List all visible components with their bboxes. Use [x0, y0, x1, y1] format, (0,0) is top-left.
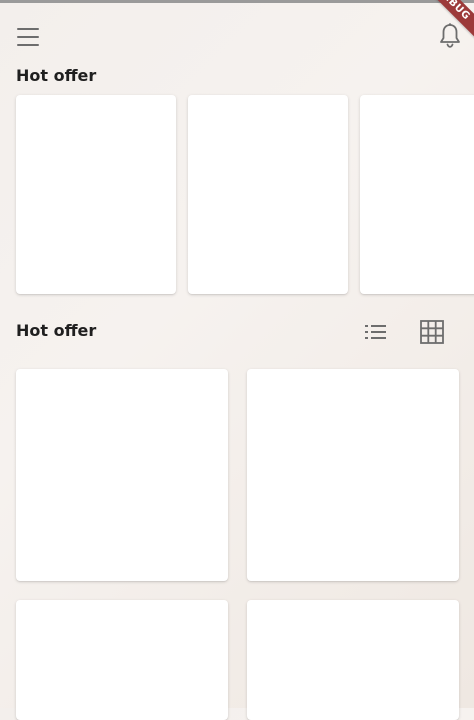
grid-offer-card[interactable] [16, 600, 228, 720]
hamburger-menu-icon-line [17, 36, 39, 38]
offer-card[interactable] [188, 95, 348, 294]
grid-view-icon [420, 320, 444, 344]
status-bar-line [0, 0, 474, 3]
grid-offer-card[interactable] [247, 369, 459, 581]
offer-card[interactable] [360, 95, 474, 294]
list-view-button[interactable] [363, 320, 389, 344]
section-title-hot-offer: Hot offer [16, 66, 97, 85]
bell-icon [440, 23, 460, 48]
grid-offer-card[interactable] [16, 369, 228, 581]
grid-offer-card[interactable] [247, 600, 459, 720]
notification-button[interactable] [437, 22, 463, 50]
hamburger-menu-icon [17, 28, 39, 30]
hamburger-menu-icon-line [17, 44, 39, 46]
grid-view-button[interactable] [418, 318, 446, 346]
section-title-hot-offer-grid: Hot offer [16, 321, 97, 340]
offer-card[interactable] [16, 95, 176, 294]
list-view-icon [365, 325, 386, 339]
menu-button[interactable] [17, 26, 43, 46]
